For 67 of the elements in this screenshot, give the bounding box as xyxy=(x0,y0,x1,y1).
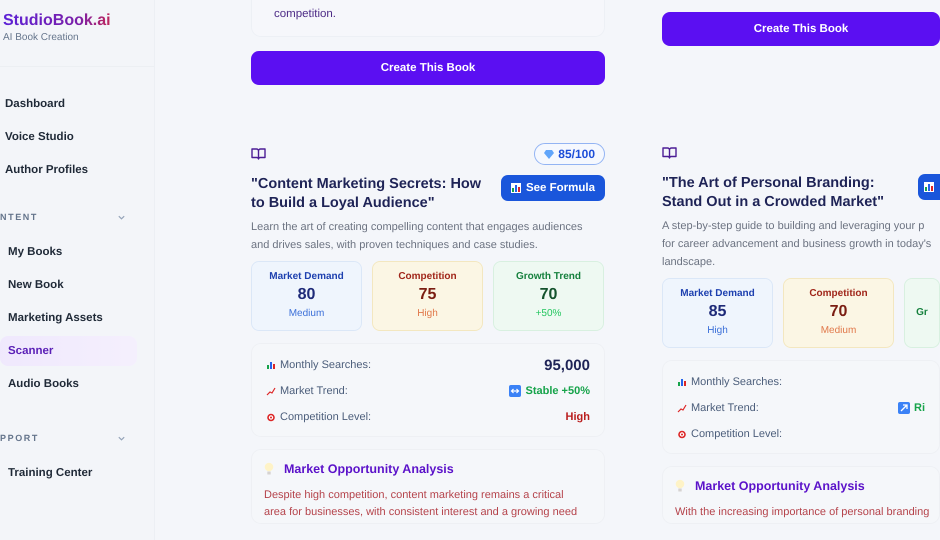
line-chart-icon xyxy=(677,403,687,413)
stat-value: Ri xyxy=(914,402,925,414)
metric-note: +50% xyxy=(536,307,562,321)
stat-label: Market Trend: xyxy=(691,402,759,414)
analysis-text: With the increasing importance of personal branding xyxy=(675,505,927,520)
light-bulb-icon xyxy=(264,462,274,476)
stat-label: Competition Level: xyxy=(280,411,372,423)
see-formula-button[interactable] xyxy=(918,174,940,200)
metric-label: Gr xyxy=(916,306,928,320)
metric-value: 70 xyxy=(540,285,558,305)
book-icon xyxy=(662,146,677,160)
metric-note: High xyxy=(707,324,728,338)
up-right-arrow-icon xyxy=(898,402,910,414)
metric-label: Market Demand xyxy=(269,270,344,284)
target-icon xyxy=(677,429,687,439)
see-formula-button[interactable]: See Formula xyxy=(500,175,605,201)
nav-item[interactable]: Audio Books xyxy=(0,369,137,399)
metric-note: Medium xyxy=(288,307,324,321)
book-icon xyxy=(251,147,266,161)
book-description: Learn the art of creating compelling content that engages audiences and drives sales, with proven techniques and case studies. xyxy=(251,220,584,253)
nav-item[interactable]: Voice Studio xyxy=(0,122,137,152)
analysis-text: Despite high competition, content marketing remains a critical area for businesses, with consistent interest and a growing need xyxy=(264,488,578,520)
metric-value: 75 xyxy=(418,285,436,305)
analysis-title: Market Opportunity Analysis xyxy=(284,462,454,476)
target-icon xyxy=(266,412,276,422)
light-bulb-icon xyxy=(675,479,685,493)
left-right-arrow-icon xyxy=(509,385,522,397)
card-text: competition. xyxy=(274,7,338,22)
stat-value: Stable +50% xyxy=(525,385,590,397)
create-book-button[interactable]: Create This Book xyxy=(662,12,940,46)
book-title: "Content Marketing Secrets: How to Build a Loyal Audience" xyxy=(251,175,482,213)
nav-item[interactable]: Marketing Assets xyxy=(0,303,137,333)
book-description: A step-by-step guide to building and leveraging your p for career advancement and business growth in today's landscape. xyxy=(662,219,932,270)
metric-note: High xyxy=(417,307,438,321)
metric-value: 85 xyxy=(708,302,726,322)
stat-value: High xyxy=(566,411,590,423)
brand-tagline: AI Book Creation xyxy=(3,31,80,45)
section-header[interactable]: PPORT xyxy=(0,429,126,447)
analysis-title: Market Opportunity Analysis xyxy=(695,479,865,493)
stat-label: Market Trend: xyxy=(280,385,348,397)
nav-item[interactable]: Scanner xyxy=(0,336,137,366)
metric-note: Medium xyxy=(820,324,856,338)
nav-item[interactable]: New Book xyxy=(0,270,137,300)
book-title: "The Art of Personal Branding: Stand Out in a Crowded Market" xyxy=(662,174,885,212)
nav-item[interactable]: Author Profiles xyxy=(0,155,137,185)
stat-label: Monthly Searches: xyxy=(691,376,782,388)
bar-chart-icon xyxy=(924,182,934,192)
line-chart-icon xyxy=(266,386,276,396)
create-book-button[interactable]: Create This Book xyxy=(251,51,605,85)
metric-label: Market Demand xyxy=(680,287,755,301)
stat-value: 95,000 xyxy=(544,356,590,374)
metric-label: Growth Trend xyxy=(516,270,581,284)
nav-item[interactable]: My Books xyxy=(0,237,137,267)
metric-label: Competition xyxy=(809,287,868,301)
nav-item[interactable]: Training Center xyxy=(0,458,137,488)
stat-label: Competition Level: xyxy=(691,428,782,440)
stat-label: Monthly Searches: xyxy=(280,359,372,371)
score-badge: 85/100 xyxy=(534,143,605,165)
metric-value: 70 xyxy=(830,302,848,322)
bar-chart-icon xyxy=(677,377,687,387)
metric-label: Competition xyxy=(398,270,457,284)
nav-item[interactable]: Dashboard xyxy=(0,89,137,119)
bar-chart-icon xyxy=(266,360,276,370)
section-header[interactable]: NTENT xyxy=(0,208,126,226)
gem-icon xyxy=(544,150,554,158)
bar-chart-icon xyxy=(510,183,521,193)
metric-value: 80 xyxy=(298,285,316,305)
